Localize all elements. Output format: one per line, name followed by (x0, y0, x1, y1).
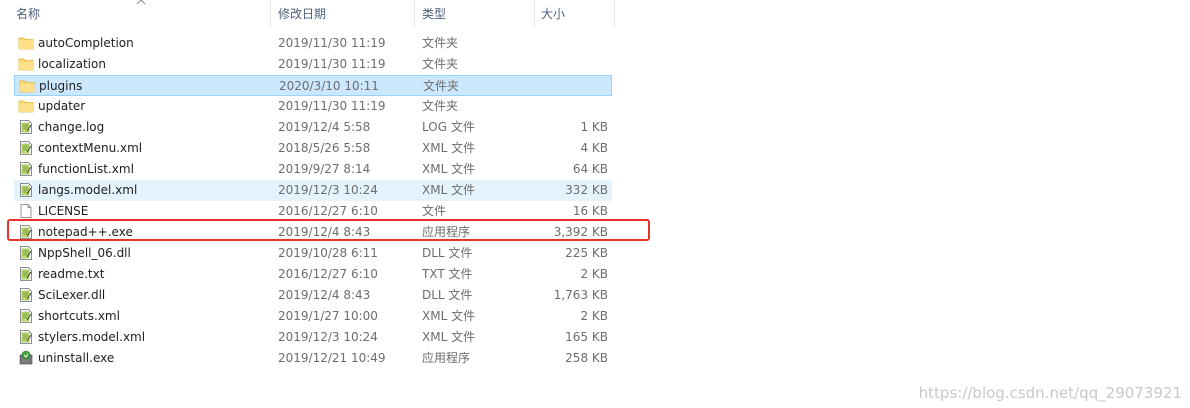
file-type: TXT 文件 (422, 267, 473, 281)
file-name: contextMenu.xml (38, 141, 143, 155)
file-size: 258 KB (565, 351, 608, 365)
file-name: NppShell_06.dll (38, 246, 131, 260)
column-header-size[interactable]: 大小 (541, 0, 565, 28)
file-type: DLL 文件 (422, 288, 473, 302)
folder-icon (18, 35, 34, 51)
file-row[interactable]: uninstall.exe 2019/12/21 10:49 应用程序 258 KB (14, 348, 612, 369)
installer-icon (18, 350, 34, 366)
file-name: stylers.model.xml (38, 330, 146, 344)
file-row[interactable]: functionList.xml 2019/9/27 8:14 XML 文件 64 K… (14, 159, 612, 180)
file-type: 应用程序 (422, 351, 471, 365)
file-size: 2 KB (580, 267, 608, 281)
notepad-document-icon (18, 329, 34, 345)
file-modified-date: 2018/5/26 5:58 (278, 141, 371, 155)
file-row[interactable]: stylers.model.xml 2019/12/3 10:24 XML 文件 16… (14, 327, 612, 348)
file-name: langs.model.xml (38, 183, 138, 197)
file-type: 文件夹 (422, 99, 459, 113)
file-name: shortcuts.xml (38, 309, 120, 323)
file-size: 1,763 KB (553, 288, 608, 302)
file-row[interactable]: SciLexer.dll 2019/12/4 8:43 DLL 文件 1,763 KB (14, 285, 612, 306)
column-header-name[interactable]: 名称 (16, 0, 40, 28)
file-name: localization (38, 57, 106, 71)
column-divider[interactable] (614, 0, 615, 26)
file-modified-date: 2019/12/3 10:24 (278, 330, 378, 344)
file-row[interactable]: plugins 2020/3/10 10:11 文件夹 (14, 75, 612, 96)
file-name: change.log (38, 120, 105, 134)
file-type: LOG 文件 (422, 120, 475, 134)
file-type: DLL 文件 (422, 246, 473, 260)
file-row[interactable]: contextMenu.xml 2018/5/26 5:58 XML 文件 4 KB (14, 138, 612, 159)
file-modified-date: 2019/12/4 5:58 (278, 120, 371, 134)
file-size: 225 KB (565, 246, 608, 260)
column-header-bar: 名称 修改日期 类型 大小 (0, 0, 616, 28)
file-row[interactable]: change.log 2019/12/4 5:58 LOG 文件 1 KB (14, 117, 612, 138)
file-name: plugins (39, 79, 83, 93)
file-row[interactable]: readme.txt 2016/12/27 6:10 TXT 文件 2 KB (14, 264, 612, 285)
file-name: updater (38, 99, 86, 113)
blank-document-icon (18, 203, 34, 219)
notepad-document-icon (18, 287, 34, 303)
file-row[interactable]: langs.model.xml 2019/12/3 10:24 XML 文件 332 … (14, 180, 612, 201)
notepad-document-icon (18, 182, 34, 198)
file-type: 文件夹 (423, 79, 460, 93)
notepad-document-icon (18, 161, 34, 177)
annotation-highlight-box (7, 219, 650, 241)
file-modified-date: 2019/10/28 6:11 (278, 246, 378, 260)
file-name: autoCompletion (38, 36, 134, 50)
folder-icon (18, 56, 34, 72)
file-size: 1 KB (580, 120, 608, 134)
column-divider[interactable] (534, 0, 535, 26)
file-size: 4 KB (580, 141, 608, 155)
file-modified-date: 2019/9/27 8:14 (278, 162, 371, 176)
column-divider[interactable] (270, 0, 271, 26)
file-row[interactable]: shortcuts.xml 2019/1/27 10:00 XML 文件 2 KB (14, 306, 612, 327)
file-size: 332 KB (565, 183, 608, 197)
file-type: 文件夹 (422, 57, 459, 71)
file-modified-date: 2019/1/27 10:00 (278, 309, 378, 323)
file-type: XML 文件 (422, 162, 476, 176)
notepad-document-icon (18, 266, 34, 282)
file-name: readme.txt (38, 267, 105, 281)
file-modified-date: 2019/11/30 11:19 (278, 36, 386, 50)
file-modified-date: 2019/11/30 11:19 (278, 99, 386, 113)
file-type: XML 文件 (422, 309, 476, 323)
file-modified-date: 2019/11/30 11:19 (278, 57, 386, 71)
watermark: https://blog.csdn.net/qq_29073921 (918, 384, 1182, 402)
file-modified-date: 2019/12/3 10:24 (278, 183, 378, 197)
file-modified-date: 2020/3/10 10:11 (279, 79, 379, 93)
file-modified-date: 2019/12/21 10:49 (278, 351, 386, 365)
notepad-document-icon (18, 245, 34, 261)
file-name: uninstall.exe (38, 351, 115, 365)
file-type: XML 文件 (422, 183, 476, 197)
file-row[interactable]: localization 2019/11/30 11:19 文件夹 (14, 54, 612, 75)
file-modified-date: 2016/12/27 6:10 (278, 267, 378, 281)
file-type: XML 文件 (422, 330, 476, 344)
file-row[interactable]: autoCompletion 2019/11/30 11:19 文件夹 (14, 33, 612, 54)
file-name: SciLexer.dll (38, 288, 106, 302)
file-type: 文件夹 (422, 36, 459, 50)
file-modified-date: 2019/12/4 8:43 (278, 288, 371, 302)
file-size: 64 KB (572, 162, 608, 176)
column-header-date[interactable]: 修改日期 (278, 0, 326, 28)
file-type: XML 文件 (422, 141, 476, 155)
notepad-document-icon (18, 119, 34, 135)
sort-ascending-icon (136, 0, 146, 5)
file-size: 2 KB (580, 309, 608, 323)
column-divider[interactable] (414, 0, 415, 26)
file-row[interactable]: NppShell_06.dll 2019/10/28 6:11 DLL 文件 225 … (14, 243, 612, 264)
file-size: 165 KB (565, 330, 608, 344)
file-row[interactable]: updater 2019/11/30 11:19 文件夹 (14, 96, 612, 117)
folder-icon (19, 78, 35, 94)
folder-icon (18, 98, 34, 114)
notepad-document-icon (18, 140, 34, 156)
column-header-type[interactable]: 类型 (422, 0, 446, 28)
file-name: functionList.xml (38, 162, 134, 176)
notepad-document-icon (18, 308, 34, 324)
